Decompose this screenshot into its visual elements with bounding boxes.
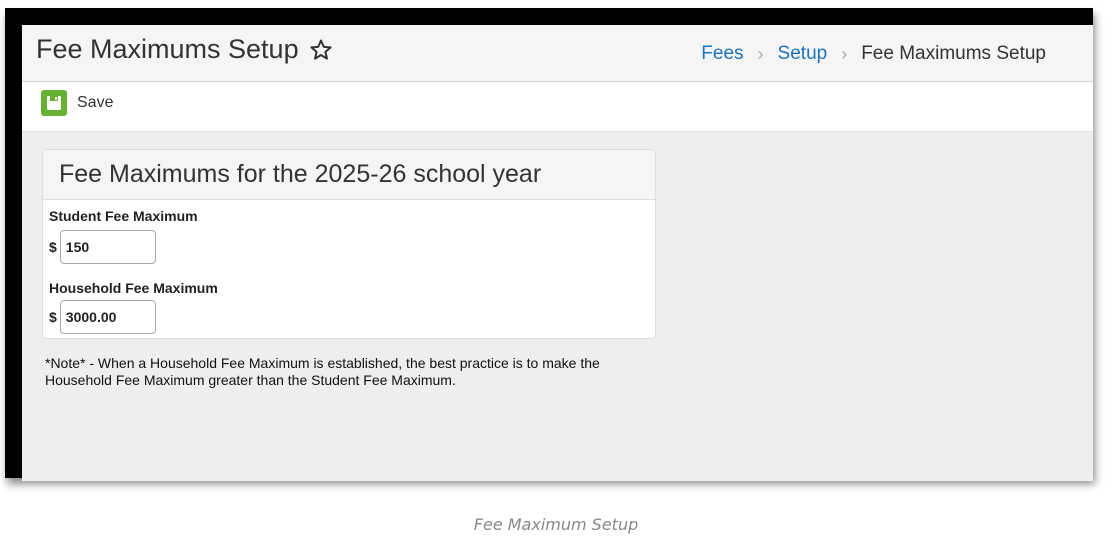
fee-maximums-panel: Fee Maximums for the 2025-26 school year… [42,149,656,339]
page-title-text: Fee Maximums Setup [36,34,299,64]
household-fee-row: $ [49,300,156,334]
save-icon [41,90,67,116]
breadcrumb-current: Fee Maximums Setup [861,43,1046,64]
student-fee-label: Student Fee Maximum [49,208,198,224]
chevron-right-icon: › [841,43,848,64]
breadcrumb-setup[interactable]: Setup [778,43,828,65]
chevron-right-icon: › [757,43,764,64]
student-fee-input[interactable] [59,230,156,264]
household-fee-label: Household Fee Maximum [49,280,218,296]
image-caption: Fee Maximum Setup [473,515,639,534]
action-toolbar: Save [22,82,1093,132]
panel-title: Fee Maximums for the 2025-26 school year [43,150,655,200]
page-title: Fee Maximums Setup [36,34,333,65]
save-button[interactable]: Save [41,90,113,116]
student-fee-currency: $ [49,239,57,255]
breadcrumb-fees[interactable]: Fees [701,43,743,65]
save-label: Save [77,94,114,111]
app-window: Fee Maximums Setup Fees › Setup › Fee Ma… [22,25,1093,481]
household-fee-input[interactable] [59,300,156,334]
breadcrumb: Fees › Setup › Fee Maximums Setup [701,43,1046,65]
screenshot-frame: Fee Maximums Setup Fees › Setup › Fee Ma… [5,8,1093,481]
page-header: Fee Maximums Setup Fees › Setup › Fee Ma… [22,25,1093,82]
student-fee-row: $ [49,230,156,264]
star-icon[interactable] [309,38,333,62]
best-practice-note: *Note* - When a Household Fee Maximum is… [45,355,600,388]
household-fee-currency: $ [49,309,57,325]
